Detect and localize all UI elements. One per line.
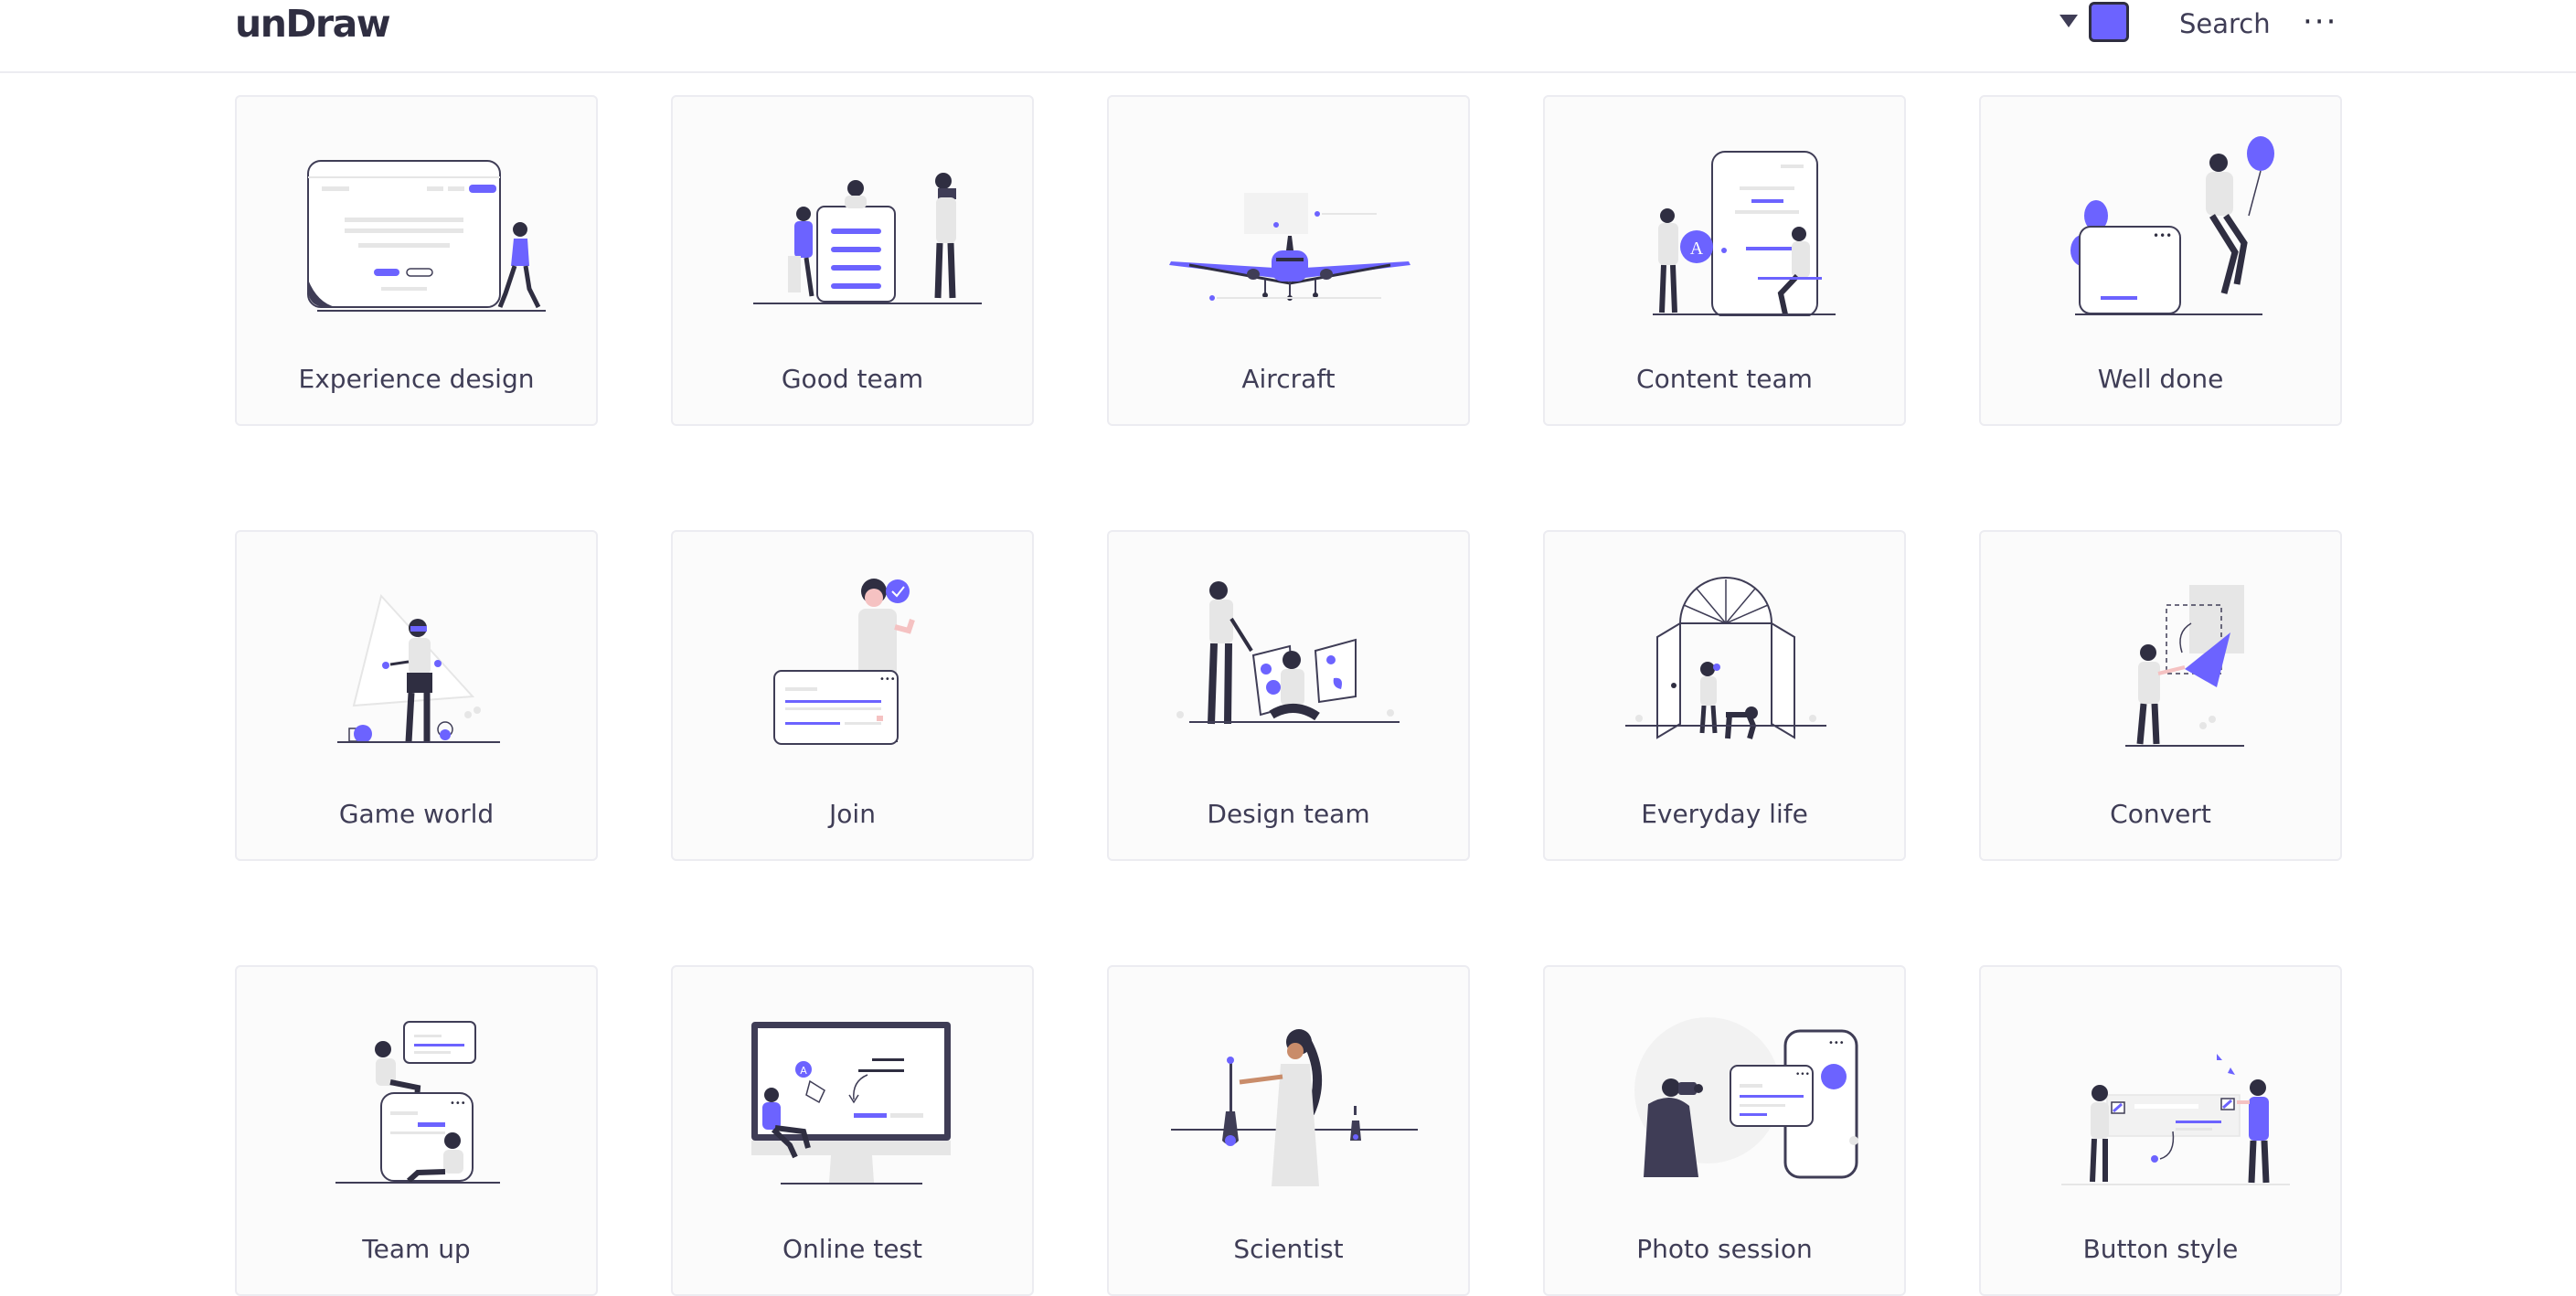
convert-illustration (2125, 585, 2244, 747)
illustration-title: Scientist (1233, 1234, 1344, 1264)
illustration-card[interactable]: Convert (1979, 530, 2342, 861)
illustration-card[interactable]: A Online test (671, 965, 1034, 1296)
svg-text:•••: ••• (450, 1099, 466, 1109)
undraw-logo[interactable]: unDraw (235, 2, 391, 46)
button-style-illustration (2061, 1054, 2290, 1185)
illustration-card[interactable]: Game world (235, 530, 598, 861)
top-navigation-inner: unDraw Search ··· (235, 0, 2341, 73)
illustration-card[interactable]: ••• Well done (1979, 95, 2342, 426)
illustration-card[interactable]: A Content team (1543, 95, 1906, 426)
illustration-card[interactable]: Design team (1107, 530, 1470, 861)
illustration-title: Convert (2110, 799, 2211, 829)
illustration-card[interactable]: Everyday life (1543, 530, 1906, 861)
illustration-card[interactable]: ••• ••• Photo session (1543, 965, 1906, 1296)
content-team-illustration: A (1653, 151, 1836, 316)
caret-down-icon (2060, 15, 2078, 27)
illustration-card[interactable]: Button style (1979, 965, 2342, 1296)
join-illustration: ••• (773, 579, 915, 745)
design-team-illustration (1176, 581, 1400, 725)
illustration-title: Good team (781, 364, 924, 394)
game-world-illustration (337, 593, 500, 743)
experience-design-illustration (307, 160, 546, 312)
svg-text:•••: ••• (2153, 229, 2172, 242)
everyday-life-illustration (1625, 577, 1826, 739)
more-horizontal-icon[interactable]: ··· (2303, 4, 2337, 40)
illustration-title: Aircraft (1241, 364, 1336, 394)
illustration-card[interactable]: ••• Join (671, 530, 1034, 861)
scientist-illustration (1171, 1029, 1418, 1186)
aircraft-illustration (1169, 193, 1410, 301)
illustration-title: Join (829, 799, 876, 829)
svg-text:A: A (1690, 239, 1704, 259)
illustration-title: Team up (362, 1234, 471, 1264)
illustration-title: Everyday life (1641, 799, 1808, 829)
illustration-grid: Experience design Good team Aircraft A C… (235, 95, 2342, 1296)
illustration-card[interactable]: ••• Team up (235, 965, 598, 1296)
well-done-illustration: ••• (2070, 136, 2274, 315)
svg-text:A: A (800, 1065, 807, 1077)
svg-text:•••: ••• (879, 675, 896, 685)
svg-text:•••: ••• (1828, 1038, 1845, 1048)
online-test-illustration: A (751, 1022, 951, 1184)
team-up-illustration: ••• (335, 1021, 500, 1184)
search-link[interactable]: Search (2179, 8, 2271, 39)
illustration-card[interactable]: Experience design (235, 95, 598, 426)
color-picker-button[interactable] (2060, 2, 2142, 46)
illustration-title: Photo session (1636, 1234, 1813, 1264)
illustration-title: Content team (1636, 364, 1813, 394)
illustration-title: Online test (782, 1234, 922, 1264)
illustration-card[interactable]: Good team (671, 95, 1034, 426)
accent-color-swatch[interactable] (2089, 2, 2129, 42)
illustration-card[interactable]: Aircraft (1107, 95, 1470, 426)
photo-session-illustration: ••• ••• (1634, 1017, 1858, 1179)
illustration-title: Design team (1207, 799, 1370, 829)
illustration-title: Experience design (298, 364, 535, 394)
illustration-card[interactable]: Scientist (1107, 965, 1470, 1296)
illustration-title: Well done (2097, 364, 2224, 394)
illustration-title: Button style (2082, 1234, 2239, 1264)
svg-text:•••: ••• (1795, 1070, 1810, 1079)
good-team-illustration (753, 173, 982, 304)
illustration-title: Game world (338, 799, 495, 829)
top-navigation-bar: unDraw Search ··· (0, 0, 2576, 73)
